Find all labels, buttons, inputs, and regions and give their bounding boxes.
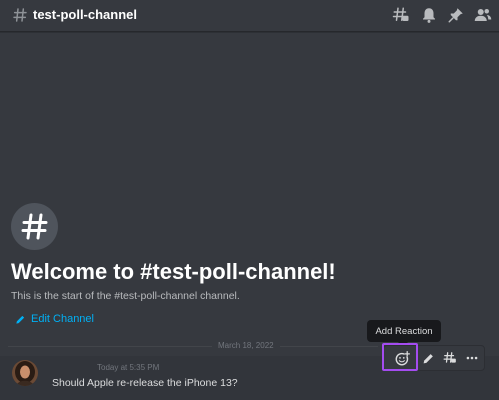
edit-icon: [423, 353, 433, 363]
members-icon[interactable]: [474, 6, 492, 24]
date-divider-label: March 18, 2022: [218, 341, 274, 350]
message-timestamp: Today at 5:35 PM: [97, 363, 160, 372]
thread-icon: [443, 352, 456, 363]
edit-message-button[interactable]: [417, 346, 439, 370]
create-thread-button[interactable]: [439, 346, 461, 370]
add-reaction-highlight-box: [382, 343, 418, 371]
avatar[interactable]: [12, 360, 38, 386]
bell-icon[interactable]: [420, 6, 438, 24]
channel-hash-avatar: [11, 203, 58, 250]
channel-header: test-poll-channel: [0, 0, 499, 32]
add-reaction-tooltip: Add Reaction: [367, 320, 441, 342]
hashtag-icon: [13, 8, 27, 22]
edit-channel-link[interactable]: Edit Channel: [15, 311, 94, 327]
user-avatar-image: [12, 360, 38, 386]
date-divider-right: [280, 346, 378, 347]
tooltip-text: Add Reaction: [375, 325, 433, 337]
pencil-icon: [16, 315, 25, 324]
hashtag-large-icon: [21, 213, 48, 240]
threads-icon[interactable]: [392, 6, 410, 24]
channel-title: test-poll-channel: [33, 7, 138, 22]
edit-channel-label: Edit Channel: [31, 313, 94, 325]
welcome-subtitle: This is the start of the #test-poll-chan…: [11, 290, 240, 302]
more-icon: [466, 356, 478, 360]
date-divider-left: [8, 346, 212, 347]
message-text: Should Apple re-release the iPhone 13?: [52, 377, 238, 389]
more-options-button[interactable]: [461, 346, 483, 370]
pin-icon[interactable]: [447, 6, 465, 24]
welcome-title: Welcome to #test-poll-channel!: [11, 259, 336, 284]
